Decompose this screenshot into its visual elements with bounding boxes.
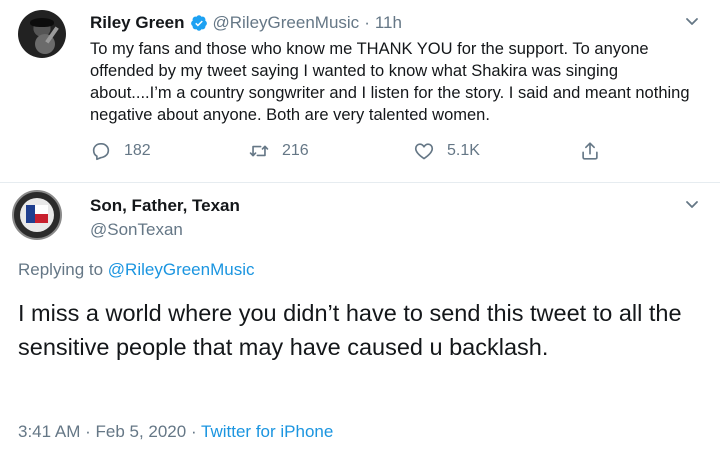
reply-author-handle[interactable]: @SonTexan <box>90 220 183 240</box>
heart-icon <box>414 143 434 160</box>
author-handle[interactable]: @RileyGreenMusic <box>213 13 360 33</box>
like-count: 5.1K <box>447 142 480 159</box>
separator-dot: · <box>364 13 370 32</box>
share-button[interactable] <box>579 140 613 162</box>
reply-author-name[interactable]: Son, Father, Texan <box>90 196 240 216</box>
reply-count: 182 <box>124 142 151 159</box>
tweet-header: Riley Green @RileyGreenMusic · 11h <box>90 12 402 34</box>
reply-icon <box>92 143 110 161</box>
share-icon <box>582 142 598 160</box>
retweet-button[interactable]: 216 <box>248 140 309 162</box>
like-button[interactable]: 5.1K <box>413 140 480 162</box>
chevron-down-icon[interactable] <box>684 13 700 29</box>
author-name[interactable]: Riley Green <box>90 13 185 33</box>
verified-badge-icon <box>190 15 207 31</box>
reply-source[interactable]: Twitter for iPhone <box>201 422 333 441</box>
tweet-text: To my fans and those who know me THANK Y… <box>90 40 690 124</box>
tweet-time[interactable]: 11h <box>375 13 402 33</box>
reply-button[interactable]: 182 <box>90 140 151 162</box>
reply-text: I miss a world where you didn’t have to … <box>18 300 682 360</box>
retweet-icon <box>249 145 269 157</box>
replying-to-mention[interactable]: @RileyGreenMusic <box>108 260 255 279</box>
retweet-count: 216 <box>282 142 309 159</box>
replying-prefix: Replying to <box>18 260 104 279</box>
tweet-divider <box>0 182 720 183</box>
son-texan-avatar[interactable] <box>12 190 62 240</box>
riley-green-avatar[interactable] <box>18 10 66 58</box>
replying-to-line: Replying to @RileyGreenMusic <box>18 260 254 280</box>
original-tweet: Riley Green @RileyGreenMusic · 11h To my… <box>0 0 720 190</box>
reply-meta: 3:41 AM · Feb 5, 2020 · Twitter for iPho… <box>18 422 333 442</box>
tweet-actions: 182 216 5.1K <box>90 140 620 166</box>
chevron-down-icon[interactable] <box>684 196 700 212</box>
reply-timestamp[interactable]: 3:41 AM · Feb 5, 2020 · <box>18 422 197 441</box>
